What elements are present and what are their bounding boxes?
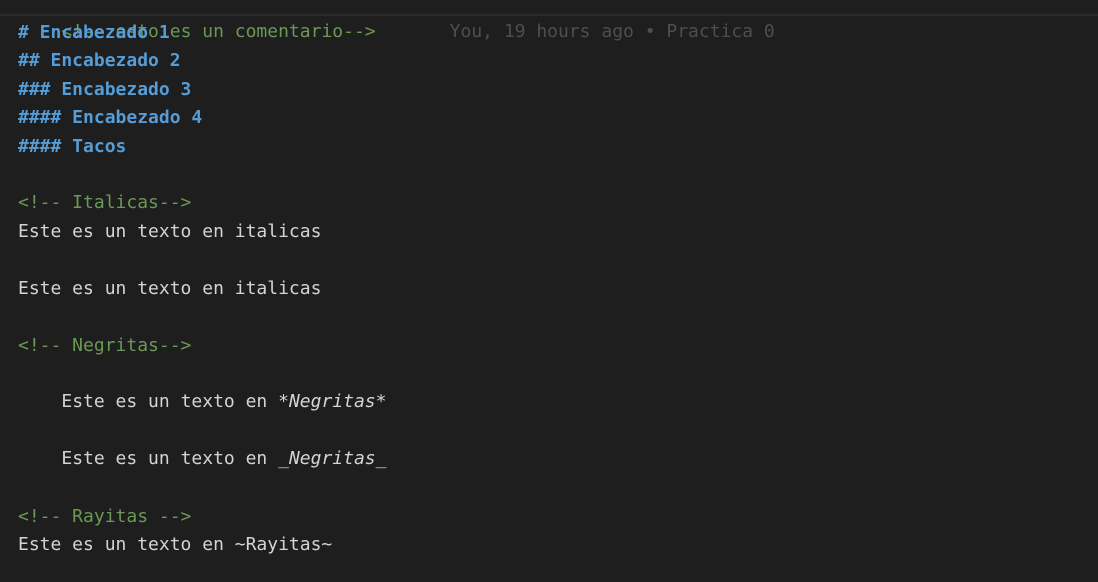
heading-line-1[interactable]: # Encabezado 1 [18,19,170,47]
italics-text-line-2[interactable]: Este es un texto en italicas [18,275,321,303]
strike-text-line[interactable]: Este es un texto en ~Rayitas~ [18,531,332,559]
bold-text-line-1[interactable]: Este es un texto en *Negritas* [18,360,386,412]
bold-line-emphasis: _Negritas_ [278,448,387,469]
bold-text-line-2[interactable]: Este es un texto en _Negritas_ [18,417,386,469]
strike-comment-line[interactable]: <!-- Rayitas --> [18,503,191,531]
heading-line-tacos[interactable]: #### Tacos [18,133,126,161]
bold-line-emphasis: *Negritas* [278,391,387,412]
code-editor[interactable]: <!-- esto es un comentario--> You, 19 hou… [0,0,1098,582]
bold-comment-line[interactable]: <!-- Negritas--> [18,332,191,360]
bold-line-prefix: Este es un texto en [61,448,279,469]
bold-line-prefix: Este es un texto en [61,391,279,412]
heading-line-2[interactable]: ## Encabezado 2 [18,47,181,75]
heading-line-3[interactable]: ### Encabezado 3 [18,76,191,104]
git-blame-annotation: You, 19 hours ago • Practica 0 [449,21,775,42]
italics-comment-line[interactable]: <!-- Italicas--> [18,189,191,217]
italics-text-line-1[interactable]: Este es un texto en italicas [18,218,321,246]
comment-line-top[interactable]: <!-- esto es un comentario--> You, 19 hou… [18,0,774,42]
heading-line-4[interactable]: #### Encabezado 4 [18,104,202,132]
